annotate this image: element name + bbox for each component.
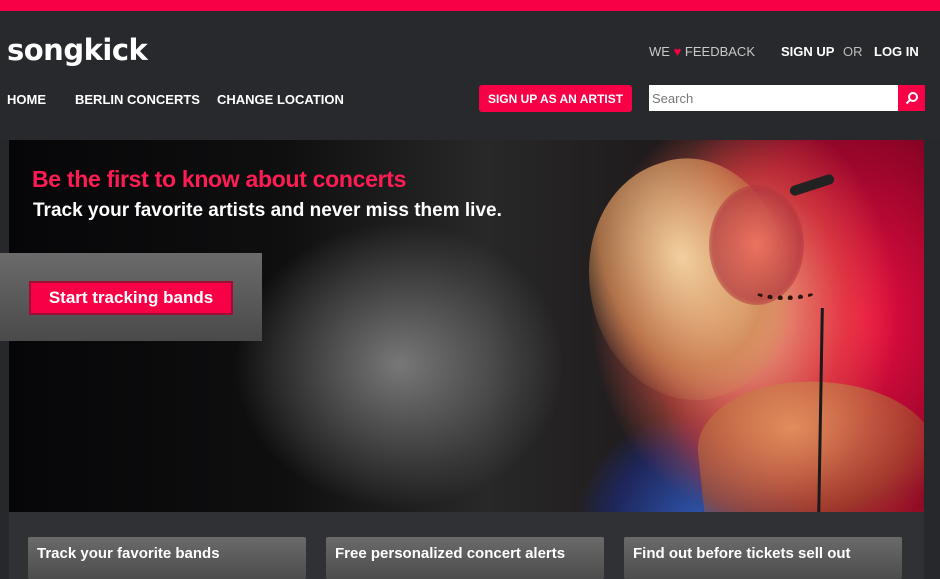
search-icon [905,92,918,105]
feedback-link[interactable]: WE ♥ FEEDBACK [649,44,755,59]
search-button[interactable] [898,85,925,111]
feature-track-bands[interactable]: Track your favorite bands [28,537,306,579]
sign-up-link[interactable]: SIGN UP [781,44,834,59]
hero-subheadline: Track your favorite artists and never mi… [33,200,502,221]
microphone-icon [788,173,836,197]
search-input[interactable] [649,85,898,111]
heart-icon: ♥ [673,44,682,59]
hero-headline: Be the first to know about concerts [32,166,407,192]
nav-berlin-concerts[interactable]: BERLIN CONCERTS [75,92,200,107]
nav-change-location[interactable]: CHANGE LOCATION [217,92,344,107]
start-tracking-button[interactable]: Start tracking bands [29,281,233,315]
feedback-prefix: WE [649,44,670,59]
features-strip: Track your favorite bands Free personali… [9,512,924,579]
nav-home[interactable]: HOME [7,92,46,107]
feature-concert-alerts[interactable]: Free personalized concert alerts [326,537,604,579]
log-in-link[interactable]: LOG IN [874,44,919,59]
feedback-label: FEEDBACK [684,44,755,59]
feature-ticket-alerts[interactable]: Find out before tickets sell out [624,537,902,579]
songkick-logo[interactable]: songkick [7,33,148,67]
sign-up-artist-button[interactable]: SIGN UP AS AN ARTIST [479,85,632,112]
site-header: songkick WE ♥ FEEDBACK SIGN UP OR LOG IN… [0,11,940,140]
or-separator: OR [843,44,863,59]
necklace [754,283,816,300]
top-accent-bar [0,0,940,11]
